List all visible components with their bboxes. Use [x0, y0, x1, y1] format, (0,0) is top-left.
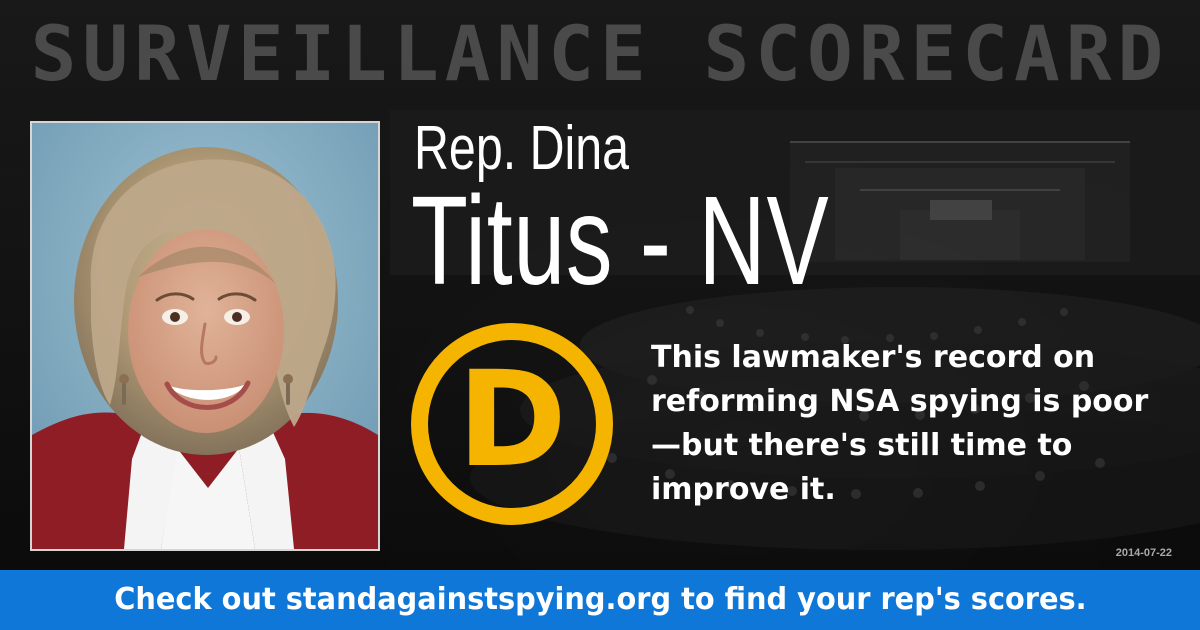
website-link[interactable]: standagainstspying.org	[285, 582, 670, 617]
portrait-photo-icon	[32, 123, 378, 549]
date-stamp: 2014-07-22	[1115, 547, 1172, 559]
grade-badge: D	[411, 323, 613, 525]
representative-photo	[30, 121, 380, 551]
grade-letter: D	[457, 343, 567, 497]
footer-message: Check out standagainstspying.org to find…	[114, 582, 1086, 618]
scorecard-card: SURVEILLANCE SCORECARD Rep. Dina Titus -…	[0, 0, 1200, 630]
footer-suffix: to find your rep's scores.	[670, 582, 1087, 617]
grade-summary: This lawmaker's record on reforming NSA …	[651, 340, 1149, 507]
representative-surname-state: Titus - NV	[411, 170, 830, 311]
scorecard-title: SURVEILLANCE SCORECARD	[30, 9, 1170, 98]
footer-prefix: Check out	[113, 582, 286, 617]
footer-banner: Check out standagainstspying.org to find…	[0, 570, 1200, 630]
